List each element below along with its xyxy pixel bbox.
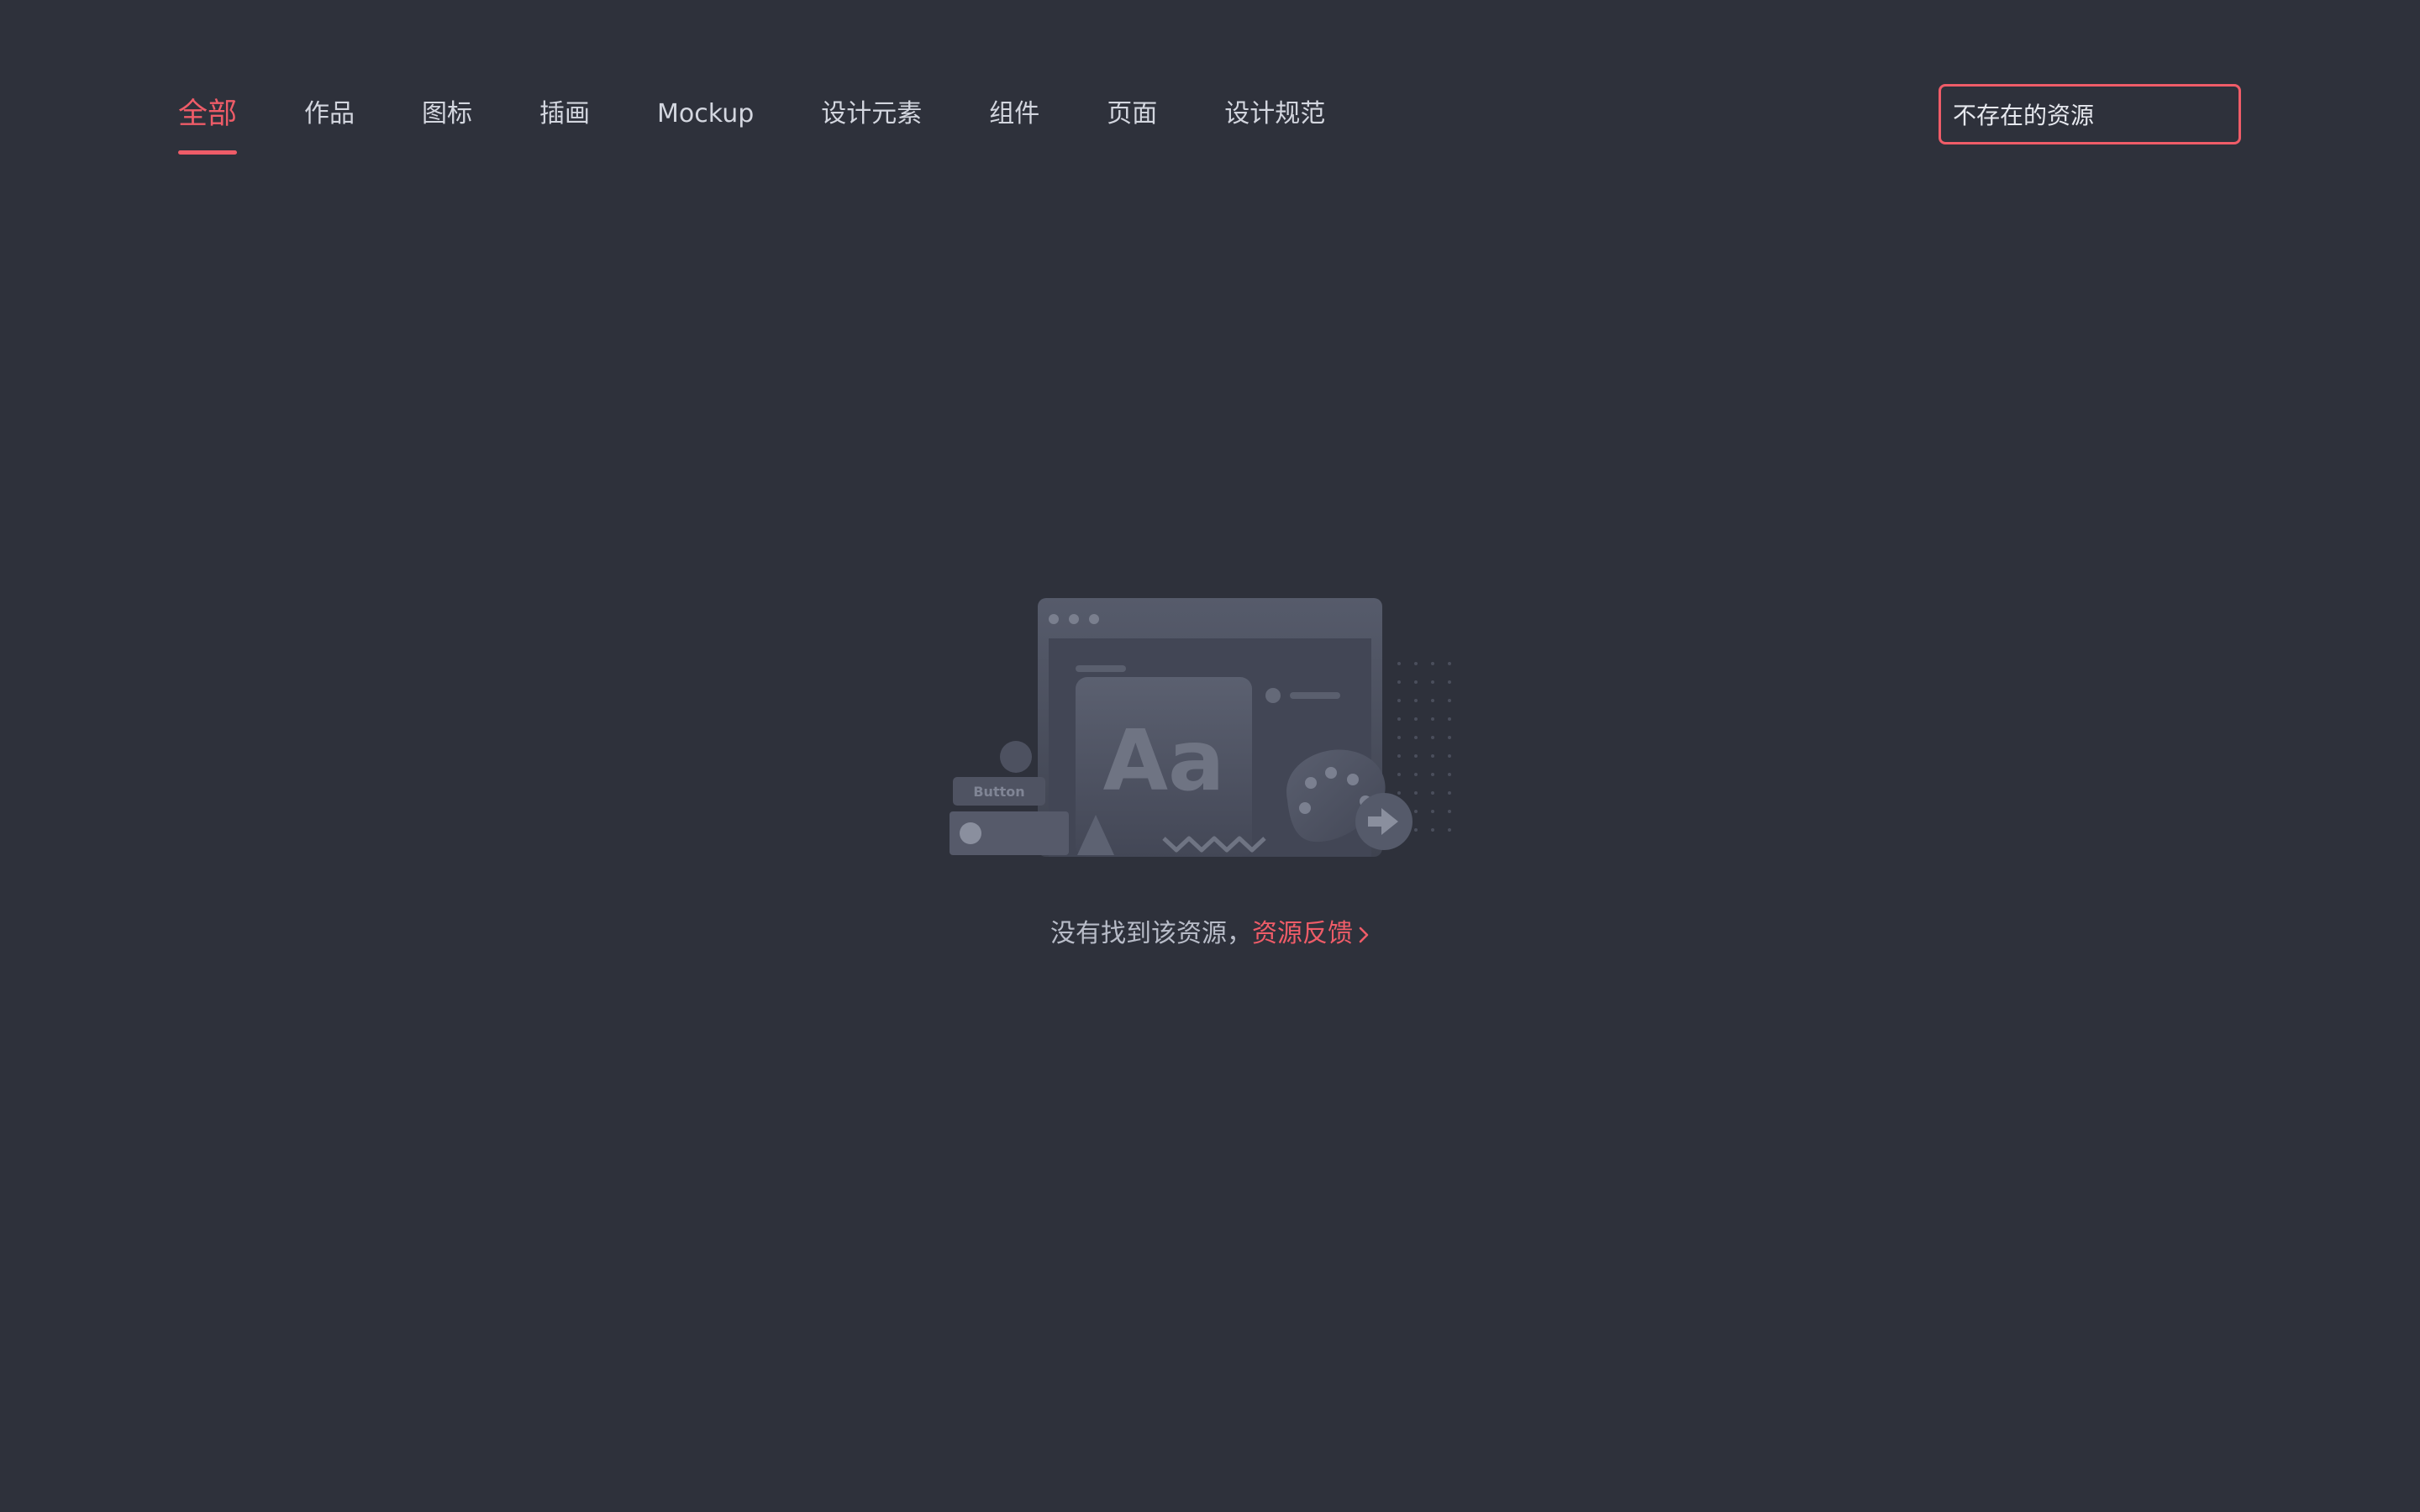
button-mock: Button (953, 777, 1045, 806)
search-input[interactable] (1941, 87, 2238, 142)
tab-components[interactable]: 组件 (989, 84, 1039, 155)
empty-message-text: 没有找到该资源， (1050, 919, 1252, 948)
tab-label: 图标 (422, 99, 473, 129)
floating-circle (1000, 741, 1032, 773)
feedback-link[interactable]: 资源反馈 (1252, 919, 1370, 948)
tab-label: 设计元素 (821, 99, 923, 129)
active-tab-indicator (178, 150, 238, 155)
chevron-right-icon (1359, 927, 1369, 942)
tab-mockup[interactable]: Mockup (657, 84, 754, 155)
tab-label: 设计规范 (1224, 99, 1326, 129)
tab-label: 插画 (539, 99, 591, 129)
page: 全部 作品 图标 插画 Mockup 设计元素 组件 页面 设计规范 不存在的资… (0, 0, 2420, 1512)
tab-all[interactable]: 全部 (178, 84, 238, 155)
tab-works[interactable]: 作品 (304, 84, 355, 155)
tab-illustrations[interactable]: 插画 (539, 84, 590, 155)
font-sample: Aa (1103, 711, 1225, 810)
empty-state-illustration: Aa Button (950, 598, 1451, 857)
tab-design-guidelines[interactable]: 设计规范 (1224, 84, 1325, 155)
tab-label: 页面 (1107, 99, 1158, 129)
feedback-link-label: 资源反馈 (1252, 919, 1353, 948)
arrow-circle-icon (1355, 793, 1413, 850)
tab-label: 全部 (178, 97, 238, 131)
tab-design-elements[interactable]: 设计元素 (821, 84, 922, 155)
tab-icons[interactable]: 图标 (422, 84, 472, 155)
category-nav: 全部 作品 图标 插画 Mockup 设计元素 组件 页面 设计规范 (178, 84, 1392, 160)
empty-message: 没有找到该资源，资源反馈 (0, 913, 2420, 955)
tab-pages[interactable]: 页面 (1107, 84, 1157, 155)
button-mock-label: Button (973, 784, 1024, 800)
tab-label: Mockup (657, 99, 755, 129)
toggle-block (950, 811, 1069, 855)
search-box (1939, 84, 2241, 144)
tab-label: 组件 (989, 99, 1040, 129)
tab-label: 作品 (304, 99, 355, 129)
